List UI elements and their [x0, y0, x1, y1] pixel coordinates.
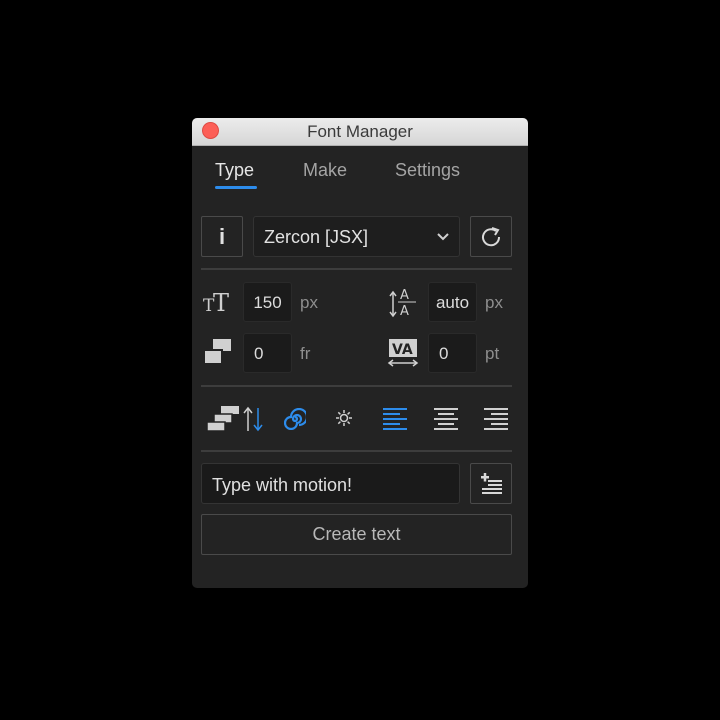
svg-text:T: T — [213, 290, 229, 314]
create-text-button[interactable]: Create text — [201, 514, 512, 555]
add-list-icon — [479, 472, 503, 496]
tracking-icon: VA — [387, 338, 419, 368]
tab-active-indicator — [215, 186, 257, 189]
font-select-value: Zercon [JSX] — [264, 227, 369, 247]
divider-middle — [201, 385, 512, 387]
align-left-icon[interactable] — [382, 406, 408, 432]
text-input-value: Type with motion! — [212, 475, 353, 495]
text-input[interactable]: Type with motion! — [201, 463, 460, 504]
frames-unit: fr — [300, 344, 311, 363]
window-title: Font Manager — [307, 122, 413, 141]
frames-value: 0 — [254, 344, 264, 363]
svg-text:A: A — [400, 288, 409, 303]
frames-field[interactable]: 0 — [243, 333, 292, 373]
svg-text:VA: VA — [392, 342, 413, 358]
divider-top — [201, 268, 512, 270]
title-bar: Font Manager — [192, 118, 528, 146]
frames-icon — [203, 338, 233, 366]
divider-bottom — [201, 450, 512, 452]
stagger-order-icon[interactable] — [206, 405, 264, 433]
tab-settings[interactable]: Settings — [395, 160, 460, 181]
leading-unit: px — [485, 293, 503, 312]
info-button[interactable]: i — [201, 216, 243, 257]
spiral-icon[interactable] — [284, 408, 306, 430]
font-size-unit: px — [300, 293, 318, 312]
tab-make[interactable]: Make — [303, 160, 347, 181]
add-list-button[interactable] — [470, 463, 512, 504]
leading-field[interactable]: auto — [428, 282, 477, 322]
sun-icon[interactable] — [334, 408, 354, 428]
svg-text:A: A — [400, 304, 409, 319]
leading-icon: A A — [388, 285, 418, 319]
font-size-icon: T T — [203, 290, 233, 314]
tracking-unit: pt — [485, 344, 500, 363]
tracking-value: 0 — [439, 344, 449, 363]
font-size-value: 150 — [253, 293, 282, 312]
font-size-field[interactable]: 150 — [243, 282, 292, 322]
tracking-field[interactable]: 0 — [428, 333, 477, 373]
font-manager-window: Font Manager Type Make Settings i Zercon… — [192, 118, 528, 588]
font-select[interactable]: Zercon [JSX] — [253, 216, 460, 257]
refresh-button[interactable] — [470, 216, 512, 257]
refresh-icon — [479, 225, 503, 249]
align-right-icon[interactable] — [483, 406, 509, 432]
tab-type[interactable]: Type — [215, 160, 254, 181]
leading-value: auto — [435, 293, 470, 312]
info-icon: i — [218, 224, 226, 249]
align-center-icon[interactable] — [433, 406, 459, 432]
chevron-down-icon — [437, 233, 449, 241]
